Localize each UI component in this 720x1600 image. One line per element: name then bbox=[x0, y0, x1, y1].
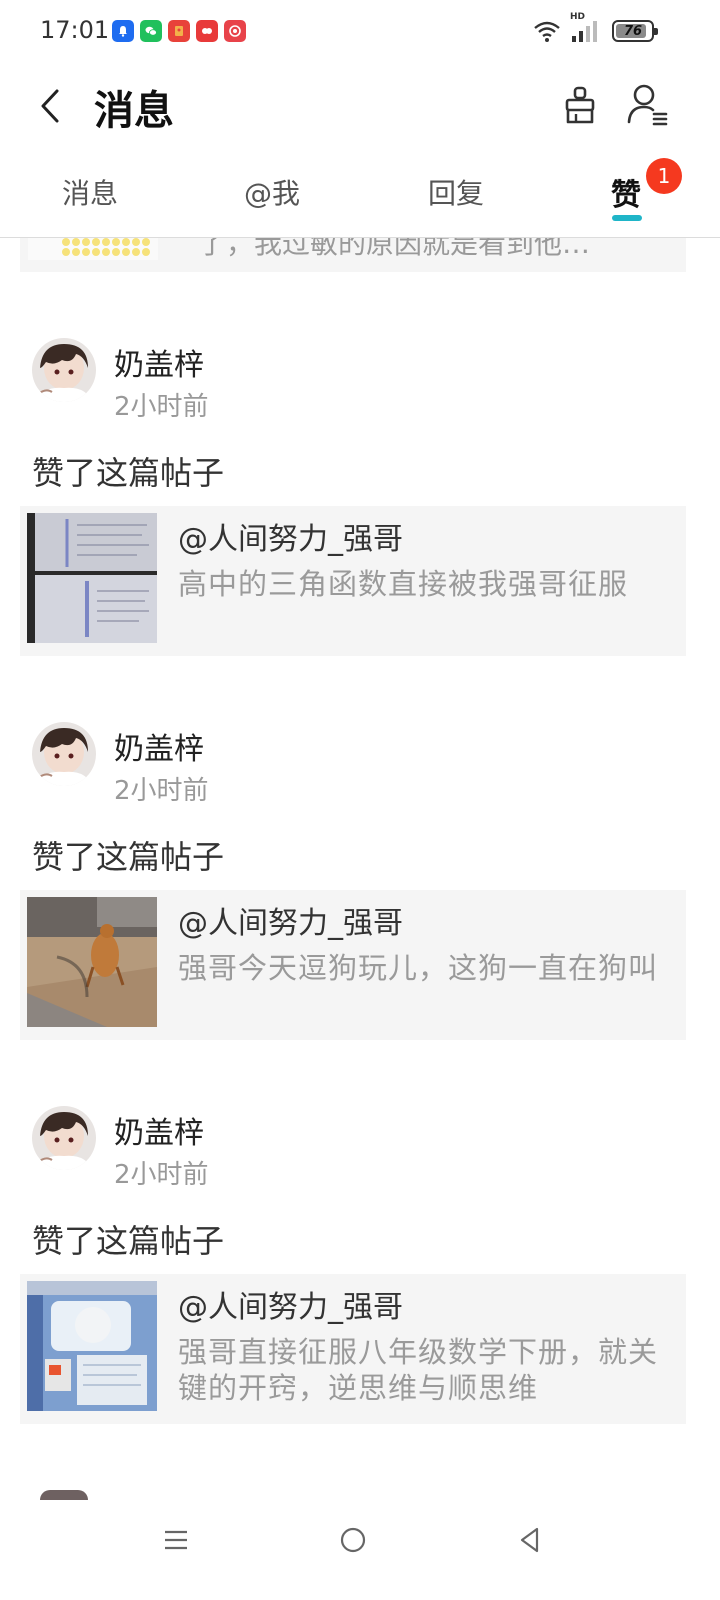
post-card[interactable]: @人间努力_强哥 高中的三角函数直接被我强哥征服 bbox=[20, 506, 686, 656]
page-title: 消息 bbox=[94, 88, 174, 134]
system-nav-bar bbox=[0, 1500, 720, 1600]
post-card[interactable]: @人间努力_强哥 强哥今天逗狗玩儿，这狗一直在狗叫 bbox=[20, 890, 686, 1040]
like-notification: 奶盖梓 2小时前 赞了这篇帖子 @人间努力_强哥 强哥今天逗狗玩儿，这狗一直在狗… bbox=[0, 722, 720, 1062]
battery-icon: 76 bbox=[612, 20, 658, 42]
post-thumbnail bbox=[27, 513, 157, 643]
post-snippet: 强哥直接征服八年级数学下册，就关键的开窍，逆思维与顺思维 bbox=[178, 1335, 659, 1405]
record-icon bbox=[224, 20, 246, 42]
timestamp: 2小时前 bbox=[114, 1160, 209, 1190]
tab-replies[interactable]: 回复 bbox=[428, 172, 484, 212]
chevron-left-icon bbox=[41, 89, 59, 123]
status-bar: 17:01 HD 76 bbox=[0, 0, 720, 64]
app-header: 消息 bbox=[0, 64, 720, 148]
status-time: 17:01 bbox=[40, 16, 110, 44]
home-circle-icon bbox=[340, 1527, 366, 1553]
wechat-icon bbox=[140, 20, 162, 42]
post-thumbnail bbox=[27, 1281, 157, 1411]
broom-icon bbox=[565, 86, 595, 124]
post-author: @人间努力_强哥 bbox=[178, 1290, 403, 1325]
post-card[interactable]: @人间努力_强哥 强哥直接征服八年级数学下册，就关键的开窍，逆思维与顺思维 bbox=[20, 1274, 686, 1424]
nav-menu-button[interactable] bbox=[154, 1518, 198, 1562]
user-name[interactable]: 奶盖梓 bbox=[114, 724, 204, 768]
action-text: 赞了这篇帖子 bbox=[32, 838, 225, 876]
notification-icons bbox=[112, 20, 246, 42]
user-name[interactable]: 奶盖梓 bbox=[114, 1108, 204, 1152]
action-text: 赞了这篇帖子 bbox=[32, 1222, 225, 1260]
message-tabs: 消息 @我 回复 赞 bbox=[0, 150, 720, 238]
signal-icon: HD bbox=[570, 12, 604, 44]
contacts-button[interactable] bbox=[626, 82, 670, 128]
tab-messages[interactable]: 消息 bbox=[62, 172, 118, 212]
wifi-icon bbox=[534, 21, 560, 42]
post-thumbnail bbox=[27, 897, 157, 1027]
action-text: 赞了这篇帖子 bbox=[32, 454, 225, 492]
post-author: @人间努力_强哥 bbox=[178, 522, 403, 557]
like-notification: 奶盖梓 2小时前 赞了这篇帖子 @人间努力_强哥 高中的三角函数直接被我强哥征服 bbox=[0, 338, 720, 678]
clear-unread-button[interactable] bbox=[560, 84, 600, 128]
menu-icon bbox=[165, 1530, 187, 1550]
likes-badge: 1 bbox=[646, 158, 682, 194]
nav-back-button[interactable] bbox=[508, 1518, 552, 1562]
post-card-partial[interactable]: 了，我过敏的原因就是看到他… bbox=[20, 238, 686, 272]
user-name[interactable]: 奶盖梓 bbox=[114, 340, 204, 384]
like-notification: 奶盖梓 2小时前 赞了这篇帖子 @人间努力_强哥 强哥直接征服八年级数学下册，就… bbox=[0, 1106, 720, 1446]
nav-home-button[interactable] bbox=[331, 1518, 375, 1562]
post-snippet: 了，我过敏的原因就是看到他… bbox=[198, 238, 591, 260]
avatar[interactable] bbox=[32, 1106, 96, 1170]
red-packet-icon bbox=[168, 20, 190, 42]
post-snippet: 高中的三角函数直接被我强哥征服 bbox=[178, 567, 629, 601]
back-button[interactable] bbox=[30, 84, 70, 128]
post-author: @人间努力_强哥 bbox=[178, 906, 403, 941]
avatar[interactable] bbox=[32, 722, 96, 786]
avatar-partial bbox=[40, 1490, 88, 1500]
tab-mentions[interactable]: @我 bbox=[244, 172, 300, 212]
user-settings-icon bbox=[627, 84, 668, 126]
active-tab-indicator bbox=[612, 215, 642, 221]
timestamp: 2小时前 bbox=[114, 392, 209, 422]
post-snippet: 强哥今天逗狗玩儿，这狗一直在狗叫 bbox=[178, 951, 659, 985]
timestamp: 2小时前 bbox=[114, 776, 209, 806]
battery-level: 76 bbox=[623, 23, 643, 39]
system-icons: HD 76 bbox=[532, 12, 658, 44]
app-icon bbox=[196, 20, 218, 42]
bell-icon bbox=[112, 20, 134, 42]
tab-likes[interactable]: 赞 bbox=[611, 170, 641, 214]
back-triangle-icon bbox=[520, 1527, 539, 1553]
avatar[interactable] bbox=[32, 338, 96, 402]
post-thumbnail bbox=[28, 238, 158, 260]
